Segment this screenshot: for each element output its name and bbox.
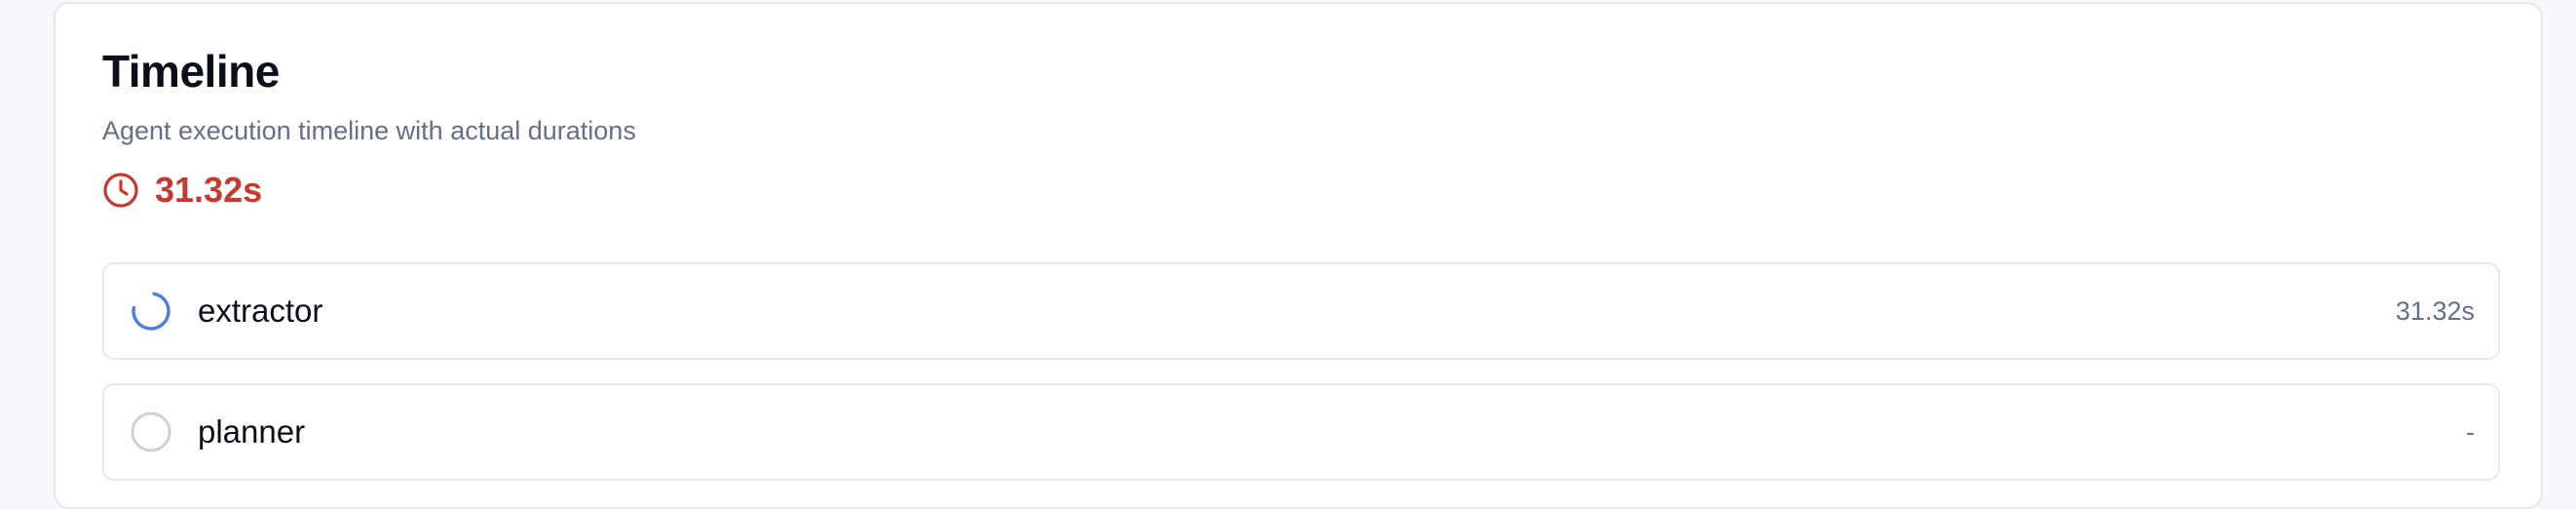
- card-title: Timeline: [102, 46, 280, 97]
- timeline-card: Timeline Agent execution timeline with a…: [54, 2, 2543, 509]
- card-subtitle: Agent execution timeline with actual dur…: [102, 116, 636, 145]
- agent-duration: 31.32s: [2395, 295, 2475, 326]
- spinner-icon: [130, 290, 172, 333]
- total-duration: 31.32s: [102, 166, 262, 215]
- empty-circle-icon: [130, 411, 172, 453]
- agent-duration: -: [2466, 416, 2475, 447]
- timeline-row-planner[interactable]: planner -: [102, 383, 2500, 481]
- agent-name: planner: [198, 413, 306, 450]
- timeline-row-extractor[interactable]: extractor 31.32s: [102, 262, 2500, 360]
- total-duration-value: 31.32s: [155, 170, 263, 210]
- agent-name: extractor: [198, 293, 323, 329]
- clock-icon: [102, 172, 139, 209]
